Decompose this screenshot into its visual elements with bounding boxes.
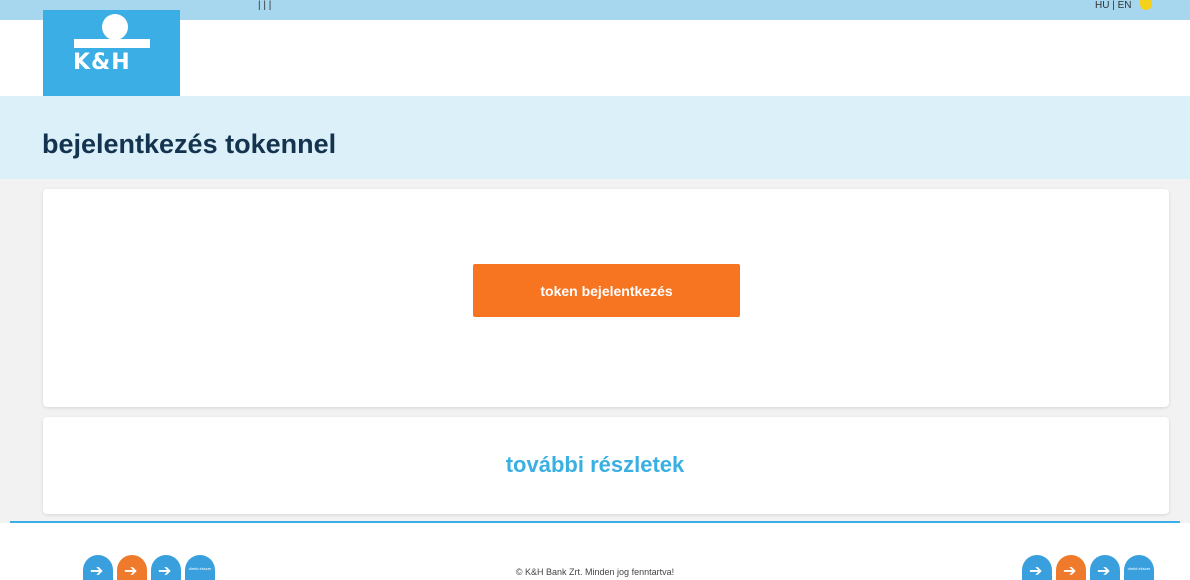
- arrow-right-icon[interactable]: ➔: [1022, 555, 1052, 580]
- arrow-right-icon[interactable]: ➔: [1056, 555, 1086, 580]
- language-switcher[interactable]: HU | EN: [1095, 1, 1132, 11]
- arrow-right-icon[interactable]: ➔: [1090, 555, 1120, 580]
- logo-figure-head: [102, 14, 128, 40]
- footer-badges-right: ➔ ➔ ➔ direkt ékszer: [1022, 555, 1154, 580]
- notification-dot-icon[interactable]: [1140, 0, 1152, 10]
- logo-text: K&H: [73, 50, 131, 75]
- bank-logo[interactable]: K&H: [43, 10, 180, 105]
- more-details-link[interactable]: további részletek: [0, 452, 1190, 478]
- page-title: bejelentkezés tokennel: [42, 129, 337, 159]
- logo-figure-bar: [74, 39, 150, 48]
- top-menu-links[interactable]: | | |: [258, 1, 271, 11]
- badge-icon[interactable]: direkt ékszer: [1124, 555, 1154, 580]
- token-login-button[interactable]: token bejelentkezés: [473, 264, 740, 317]
- copyright-text: © K&H Bank Zrt. Minden jog fenntartva!: [515, 567, 675, 577]
